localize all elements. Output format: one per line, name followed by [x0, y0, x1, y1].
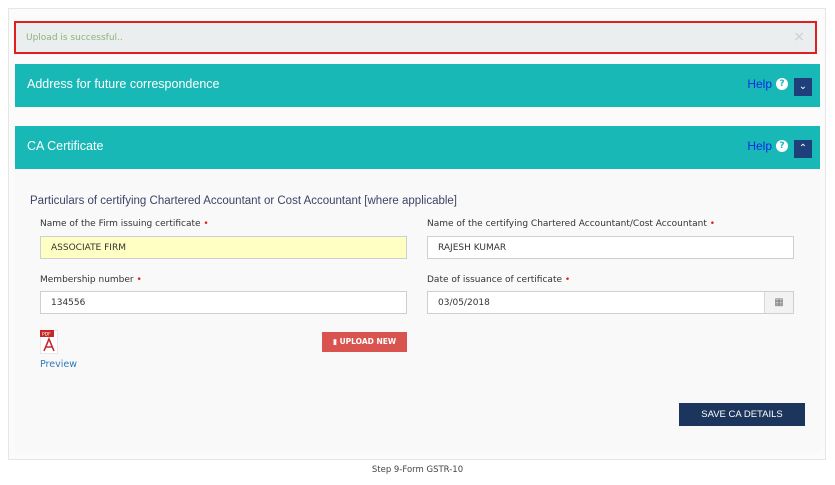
membership-number-label: Membership number •	[40, 275, 142, 285]
required-mark: •	[564, 275, 571, 285]
save-ca-details-button[interactable]: SAVE CA DETAILS	[679, 403, 805, 426]
calendar-icon[interactable]: ▦	[764, 292, 793, 313]
required-mark: •	[203, 219, 209, 229]
required-mark: •	[136, 275, 142, 285]
panel-title-address: Address for future correspondence	[27, 77, 220, 91]
firm-name-label: Name of the Firm issuing certificate •	[40, 219, 209, 229]
required-mark: •	[709, 219, 716, 229]
membership-number-input[interactable]: 134556	[40, 291, 407, 314]
preview-link[interactable]: Preview	[40, 359, 77, 370]
panel-header-address[interactable]: Address for future correspondence Help ?…	[15, 64, 820, 107]
close-icon[interactable]: ×	[793, 29, 805, 45]
ca-certificate-form: Particulars of certifying Chartered Acco…	[15, 169, 820, 452]
upload-success-alert: Upload is successful.. ×	[14, 21, 817, 54]
svg-text:PDF: PDF	[42, 332, 51, 338]
issuance-date-label: Date of issuance of certificate •	[427, 275, 571, 285]
panel-title-ca-certificate: CA Certificate	[27, 139, 104, 153]
question-icon[interactable]: ?	[776, 78, 788, 90]
expand-chevron-icon[interactable]: ⌄	[794, 78, 812, 96]
issuance-date-input[interactable]: 03/05/2018 ▦	[427, 291, 794, 314]
trash-icon: ▮	[332, 337, 337, 346]
question-icon[interactable]: ?	[776, 140, 788, 152]
panel-header-ca-certificate[interactable]: CA Certificate Help ? ⌃	[15, 126, 820, 169]
firm-name-input[interactable]: ASSOCIATE FIRM	[40, 236, 407, 259]
ca-name-label: Name of the certifying Chartered Account…	[427, 219, 716, 229]
collapse-chevron-icon[interactable]: ⌃	[794, 140, 812, 158]
pdf-file-icon[interactable]: PDF	[40, 330, 58, 354]
help-link-ca-certificate[interactable]: Help	[747, 139, 772, 153]
alert-message: Upload is successful..	[26, 33, 123, 43]
figure-caption: Step 9-Form GSTR-10	[371, 465, 464, 475]
ca-name-input[interactable]: RAJESH KUMAR	[427, 236, 794, 259]
upload-new-label: UPLOAD NEW	[339, 337, 397, 346]
help-link-address[interactable]: Help	[747, 77, 772, 91]
section-title: Particulars of certifying Chartered Acco…	[30, 195, 458, 207]
issuance-date-value: 03/05/2018	[438, 298, 490, 308]
upload-new-button[interactable]: ▮ UPLOAD NEW	[322, 332, 407, 352]
